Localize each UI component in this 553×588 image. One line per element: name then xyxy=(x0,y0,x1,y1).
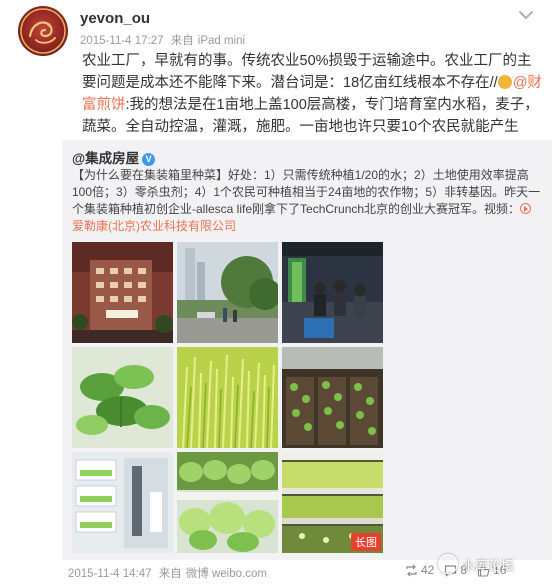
image-thumbnail-lettuce[interactable] xyxy=(177,452,278,553)
image-thumbnail-hydroponics[interactable]: 长图 xyxy=(282,452,383,553)
repost-text: 【为什么要在集装箱里种菜】好处：1）只需传统种植1/20的水；2）土地使用效率提… xyxy=(72,168,541,216)
repost-source[interactable]: 微博 weibo.com xyxy=(186,568,267,580)
image-thumbnail-event[interactable] xyxy=(282,242,383,343)
image-thumbnail-racks[interactable] xyxy=(72,452,173,553)
image-thumbnail-street[interactable] xyxy=(177,242,278,343)
weibo-post: yevon_ou 2015-11-4 17:27 来自 iPad mini 农业工… xyxy=(0,0,553,588)
repost-source-prefix: 来自 xyxy=(158,568,182,580)
dragon-avatar xyxy=(20,8,66,54)
post-text-part1: 农业工厂，早就有的事。传统农业50%损毁于运输途中。农业工厂的主要问题是成本还不… xyxy=(82,53,532,91)
repost-timestamp[interactable]: 2015-11-4 14:47 xyxy=(68,568,152,580)
repost-card: @集成房屋 V 【为什么要在集装箱里种菜】好处：1）只需传统种植1/20的水；2）… xyxy=(62,140,552,560)
repost-meta: 2015-11-4 14:47 来自 微博 weibo.com xyxy=(68,565,271,581)
video-link[interactable]: 爱勒康(北京)农业科技有限公司 xyxy=(72,219,236,233)
author-name[interactable]: yevon_ou xyxy=(80,10,150,27)
video-icon[interactable] xyxy=(520,203,532,214)
chevron-down-icon[interactable] xyxy=(517,8,535,22)
watermark: 水库论坛 xyxy=(438,554,514,574)
image-thumbnail-building[interactable] xyxy=(72,242,173,343)
long-image-badge: 长图 xyxy=(351,533,381,551)
post-meta: 2015-11-4 17:27 来自 iPad mini xyxy=(80,32,249,48)
watermark-text: 水库论坛 xyxy=(462,557,515,573)
repost-header: @集成房屋 V xyxy=(72,147,156,167)
repost-button[interactable]: 42 xyxy=(405,563,434,577)
user-avatar[interactable] xyxy=(18,6,68,56)
source-prefix: 来自 xyxy=(170,35,194,47)
verified-icon: V xyxy=(142,153,156,166)
repost-body: 【为什么要在集装箱里种菜】好处：1）只需传统种植1/20的水；2）土地使用效率提… xyxy=(72,167,542,235)
repost-author[interactable]: @集成房屋 xyxy=(72,151,139,166)
repost-icon xyxy=(406,564,417,576)
repost-count: 42 xyxy=(421,563,435,577)
device-source[interactable]: iPad mini xyxy=(198,35,245,47)
post-timestamp[interactable]: 2015-11-4 17:27 xyxy=(80,35,164,47)
image-thumbnail-seedlings[interactable] xyxy=(177,347,278,448)
emoji-icon xyxy=(497,75,512,89)
image-thumbnail-trays[interactable] xyxy=(282,347,383,448)
image-thumbnail-leaves[interactable] xyxy=(72,347,173,448)
watermark-icon xyxy=(438,554,458,574)
